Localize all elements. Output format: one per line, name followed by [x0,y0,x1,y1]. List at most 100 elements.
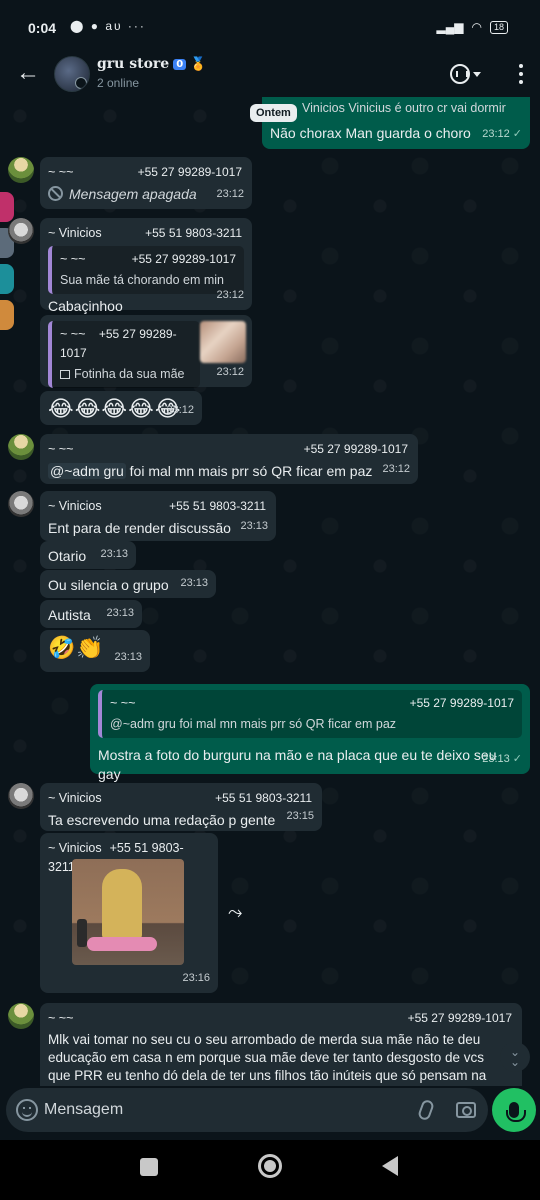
sender-phone: +55 51 9803-3211 [215,791,312,805]
avatar[interactable] [8,218,34,244]
notification-icons: ⬤ ● аυ ··· [70,19,146,33]
group-avatar[interactable] [54,56,90,92]
home-icon[interactable] [258,1154,282,1178]
sender-phone: +55 27 99289-1017 [137,165,242,179]
message-time: 23:16 [182,972,210,984]
message-bubble-incoming[interactable]: ~ ~~ +55 27 99289-1017 Mensagem apagada … [40,157,252,209]
recents-icon[interactable] [140,1158,158,1176]
avatar[interactable] [8,157,34,183]
sender-phone: +55 51 9803-3211 [169,499,266,513]
message-time: 23:12 ✓ [482,128,522,140]
quoted-photo-thumbnail [200,321,246,363]
message-time: 23:13 [180,577,208,589]
message-time: 23:13 [240,520,268,532]
mention[interactable]: @~adm gru [48,463,126,479]
sticker-strip [0,192,16,342]
message-bubble-incoming[interactable]: Otario 23:13 [40,541,136,569]
chat-header: ← gru store 0 🏅 2 online [0,52,540,96]
sticker-strip-item[interactable] [0,192,14,222]
mic-button[interactable] [492,1088,536,1132]
message-bubble-incoming[interactable]: 😂😂😂😂😂 23:12 [40,391,202,425]
message-text: Otario [48,548,87,564]
message-bubble-outgoing[interactable]: Vinicios Vinicius é outro cr vai dormir … [262,97,530,149]
sender-phone: +55 27 99289-1017 [407,1011,512,1025]
message-time: 23:12 [216,289,244,301]
camera-icon[interactable] [456,1102,476,1118]
emoji-icon[interactable] [16,1099,38,1121]
back-arrow-icon[interactable]: ← [16,60,44,88]
group-title[interactable]: gru store 0 🏅 [97,56,206,72]
message-bubble-incoming[interactable]: ~ Vinicios +55 51 9803-3211 ~ ~~ +55 27 … [40,218,252,314]
message-bubble-incoming[interactable]: Autista 23:13 [40,600,142,628]
message-time: 23:13 [114,651,142,663]
back-icon[interactable] [382,1156,398,1176]
quoted-sender: ~ ~~ [60,327,86,341]
group-subtitle: 2 online [97,76,140,90]
quoted-sender: ~ ~~ [60,252,86,266]
message-bubble-incoming[interactable]: 🤣👏 23:13 [40,630,150,672]
message-text: Ou silencia o grupo [48,577,169,593]
deleted-message: Mensagem apagada [48,185,244,204]
image-attachment[interactable] [72,859,184,965]
message-time: 23:15 [286,810,314,822]
message-bubble-incoming[interactable]: ~ Vinicios +55 51 9803-3211 Ta escrevend… [40,783,322,831]
quoted-sender: ~ ~~ [110,696,136,710]
wifi-icon: ◠ [471,20,482,34]
quoted-text: @~adm gru foi mal mn mais prr só QR fica… [110,717,397,731]
status-bar: 0:04 ⬤ ● аυ ··· ▂▄▆ ◠ 18 [0,0,540,52]
message-text: Mlk vai tomar no seu cu o seu arrombado … [48,1032,487,1083]
avatar[interactable] [8,783,34,809]
voice-chat-icon[interactable] [450,62,484,86]
avatar[interactable] [8,1003,34,1029]
message-time: 23:13 [106,607,134,619]
avatar[interactable] [8,434,34,460]
blocked-icon [48,186,63,201]
message-bubble-incoming[interactable]: ~ Vinicios +55 51 9803-3211 Ent para de … [40,491,276,541]
sender-phone: +55 27 99289-1017 [303,442,408,456]
system-nav-bar [0,1140,540,1200]
emoji-message: 🤣👏 [48,636,105,661]
read-check-icon: ✓ [512,753,522,765]
emoji-message: 😂😂😂😂😂 [48,397,182,422]
message-time: 23:12 [166,404,194,416]
message-bubble-incoming[interactable]: ~ ~~ +55 27 99289-1017 Mlk vai tomar no … [40,1003,522,1086]
message-time: 23:13 ✓ [482,753,522,765]
message-bubble-incoming[interactable]: ~ ~~ +55 27 99289-1017 @~adm gru foi mal… [40,434,418,484]
battery-icon: 18 [489,20,508,34]
message-text: Autista [48,607,91,623]
message-time: 23:13 [100,548,128,560]
forward-icon[interactable]: ⤳ [228,902,250,924]
status-icons: ▂▄▆ ◠ 18 [437,20,508,34]
photo-icon [60,370,70,379]
signal-icon: ▂▄▆ [436,20,464,34]
sticker-strip-item[interactable] [0,264,14,294]
message-input[interactable] [44,1088,404,1132]
quoted-message[interactable]: ~ ~~ +55 27 99289-1017 Sua mãe tá choran… [48,246,244,294]
more-options-icon[interactable] [518,64,524,84]
attach-icon[interactable] [416,1098,436,1122]
sticker-strip-item[interactable] [0,300,14,330]
message-time: 23:12 [216,188,244,200]
scroll-down-button[interactable]: ⌄ ⌄ [500,1042,530,1072]
avatar[interactable] [8,491,34,517]
message-time: 23:12 [216,366,244,378]
status-time: 0:04 [28,20,57,36]
quoted-message[interactable]: ~ ~~ +55 27 99289-1017 @~adm gru foi mal… [98,690,522,738]
message-time: 23:12 [382,463,410,475]
quoted-phone: +55 27 99289-1017 [409,696,514,710]
group-name: gru store [97,56,170,72]
message-text: Ta escrevendo uma redação p gente [48,812,276,828]
mic-icon [506,1102,526,1122]
message-composer [6,1088,488,1132]
message-text: Mostra a foto do burguru na mão e na pla… [98,747,497,782]
message-text: Ent para de render discussão [48,520,231,536]
quoted-text: Vinicios Vinicius é outro cr vai dormir [302,101,506,115]
message-bubble-outgoing[interactable]: ~ ~~ +55 27 99289-1017 @~adm gru foi mal… [90,684,530,782]
message-text: @~adm gru foi mal mn mais prr só QR fica… [48,463,373,479]
quoted-text: Sua mãe tá chorando em min [60,273,224,287]
message-bubble-incoming[interactable]: Ou silencia o grupo 23:13 [40,570,216,598]
read-check-icon: ✓ [512,128,522,140]
message-bubble-incoming[interactable]: ~ ~~ +55 27 99289-1017 Fotinha da sua mã… [40,315,252,408]
quoted-text: Fotinha da sua mãe [60,365,192,384]
quoted-message[interactable]: ~ ~~ +55 27 99289-1017 Fotinha da sua mã… [48,321,200,388]
